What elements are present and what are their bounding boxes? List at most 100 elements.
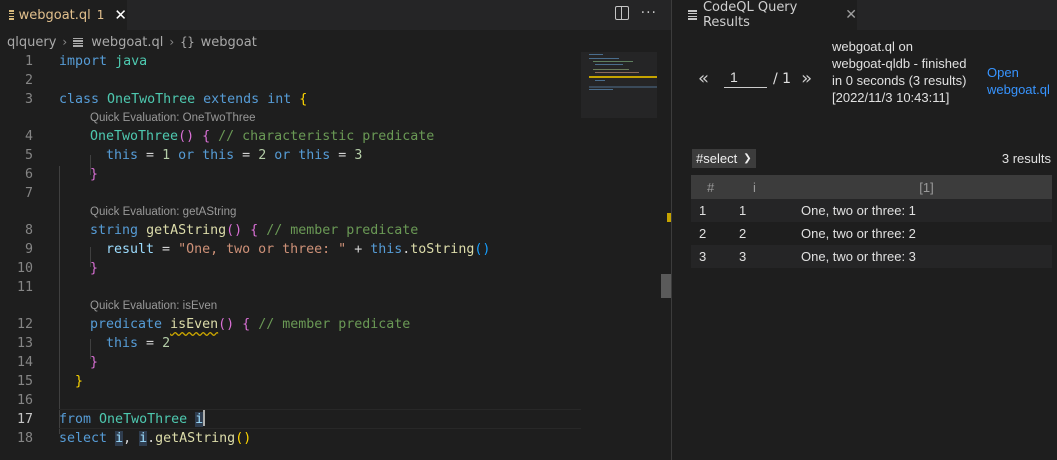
code-line[interactable]: 8 string getAString() { // member predica… [0,221,580,240]
preview-icon [688,10,697,20]
type-name: string [90,223,139,238]
module-name: java [115,54,148,69]
column-header[interactable]: # [691,175,731,199]
brace: { [202,129,211,144]
symbol-braces-icon: {} [180,35,195,49]
variable: i [195,412,204,427]
table-header-row: # i [1] [691,175,1052,199]
more-actions-icon[interactable]: ··· [641,6,657,20]
operator: . [147,431,156,446]
minimap[interactable] [581,52,657,118]
breadcrumb-file[interactable]: webgoat.ql [91,35,163,50]
breadcrumb-symbol[interactable]: webgoat [201,35,257,50]
split-editor-icon[interactable] [614,6,629,20]
keyword: predicate [90,317,163,332]
quick-evaluation-link[interactable]: Quick Evaluation: getAString [90,203,236,221]
code-editor[interactable]: webgoat.ql 1 ✕ ··· qlquery › webgoat.ql … [0,0,671,460]
close-icon[interactable]: ✕ [845,7,857,23]
line-number: 11 [16,280,33,295]
close-icon[interactable]: ✕ [114,7,127,23]
table-row[interactable]: 2 2 One, two or three: 2 [691,222,1052,245]
code-line[interactable]: 4 OneTwoThree() { // characteristic predi… [0,127,580,146]
quick-evaluation-link[interactable]: Quick Evaluation: isEven [90,297,217,315]
code-line[interactable]: 18 select i, i.getAString() [0,429,580,448]
result-set-select[interactable]: #select ❯ [692,149,756,168]
class-name: OneTwoThree [107,92,196,107]
comment: // characteristic predicate [218,129,435,144]
string-literal: "One, two or three: " [178,242,347,257]
vertical-scrollbar[interactable] [658,52,671,460]
cell-value[interactable]: One, two or three: 3 [793,245,1052,268]
cell-i[interactable]: 3 [731,245,793,268]
line-number: 10 [16,261,33,276]
keyword: or [274,148,291,163]
code-line[interactable]: 12 predicate isEven() { // member predica… [0,315,580,334]
table-row[interactable]: 3 3 One, two or three: 3 [691,245,1052,268]
operator: = [138,148,163,163]
code-line[interactable]: 6} [0,165,580,184]
codelens-row: Quick Evaluation: OneTwoThree [0,109,580,127]
cell-value[interactable]: One, two or three: 1 [793,199,1052,222]
code-line[interactable]: 15} [0,372,580,391]
method-name: getAString [146,223,227,238]
keyword: this [370,242,403,257]
code-line[interactable]: 14} [0,353,580,372]
parens: () [218,317,235,332]
page-total: / 1 [773,70,792,87]
results-tab-title: CodeQL Query Results [702,0,798,30]
code-line[interactable]: 11 [0,278,580,297]
code-area[interactable]: 1 import java 2 3 class OneTwoThree extend… [0,52,581,448]
code-line[interactable]: 2 [0,71,580,90]
keyword: this [298,148,331,163]
line-number: 2 [24,73,33,88]
code-line[interactable]: 9 result = "One, two or three: " + this.t… [0,240,580,259]
chevron-right-icon: › [169,35,175,49]
line-number: 3 [24,92,33,107]
row-index: 1 [691,199,731,222]
number: 2 [162,336,171,351]
operator: = [138,336,163,351]
code-line[interactable]: 5 this = 1 or this = 2 or this = 3 [0,146,580,165]
line-number: 8 [24,223,33,238]
keyword: or [178,148,195,163]
line-number: 5 [24,148,33,163]
table-row[interactable]: 1 1 One, two or three: 1 [691,199,1052,222]
tab-webgoat-ql[interactable]: webgoat.ql 1 ✕ [0,0,127,30]
column-header[interactable]: i [731,175,793,199]
cell-i[interactable]: 2 [731,222,793,245]
keyword: this [202,148,235,163]
keyword: class [59,92,100,107]
line-number: 16 [16,393,33,408]
next-page-icon[interactable]: » [801,68,812,89]
scrollbar-thumb[interactable] [661,274,671,298]
operator: , [123,431,140,446]
method-call: toString [410,242,475,257]
code-line-current[interactable]: 17 from OneTwoThree i [0,409,581,429]
cell-value[interactable]: One, two or three: 2 [793,222,1052,245]
editor-tab-bar: webgoat.ql 1 ✕ ··· [0,0,671,30]
code-line[interactable]: 10} [0,259,580,278]
cell-i[interactable]: 1 [731,199,793,222]
code-line[interactable]: 3 class OneTwoThree extends int { [0,90,580,109]
code-line[interactable]: 1 import java [0,52,580,71]
comment: // member predicate [258,317,411,332]
open-query-link[interactable]: Open webgoat.ql [987,64,1057,98]
quick-evaluation-link[interactable]: Quick Evaluation: OneTwoThree [90,109,256,127]
code-line[interactable]: 16 [0,391,580,410]
parens: () [178,129,195,144]
method-name-warning[interactable]: isEven [170,317,218,332]
chevron-down-icon: ❯ [743,153,752,164]
column-header[interactable]: [1] [793,175,1052,199]
page-number-input[interactable] [724,69,768,88]
breadcrumb-folder[interactable]: qlquery [7,35,56,50]
code-line[interactable]: 13 this = 2 [0,334,580,353]
line-number: 7 [24,186,33,201]
tab-codeql-query-results[interactable]: CodeQL Query Results ✕ [672,0,857,30]
keyword: this [106,148,139,163]
breadcrumb: qlquery › webgoat.ql › {} webgoat [0,30,671,54]
code-line[interactable]: 7 [0,184,580,203]
number: 1 [162,148,171,163]
line-number: 4 [24,129,33,144]
prev-page-icon[interactable]: « [698,68,709,89]
row-index: 2 [699,226,707,241]
